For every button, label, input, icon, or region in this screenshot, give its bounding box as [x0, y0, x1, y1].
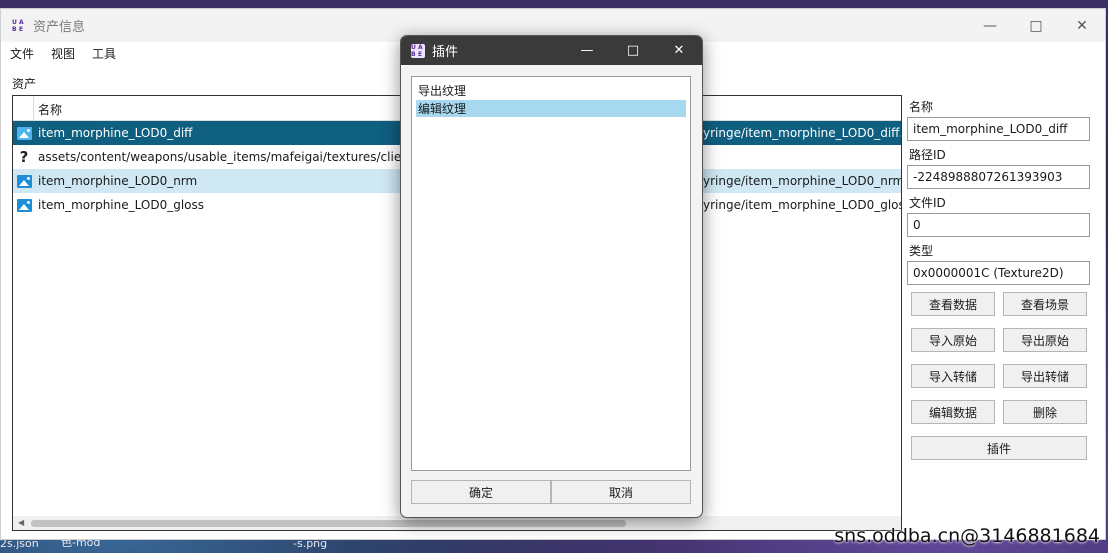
- scrollbar-thumb[interactable]: [31, 520, 626, 527]
- image-icon: [16, 174, 32, 188]
- menu-view[interactable]: 视图: [51, 45, 75, 62]
- view-data-button[interactable]: 查看数据: [911, 292, 995, 316]
- watermark-text: sns.oddba.cn@3146881684: [834, 525, 1100, 547]
- minimize-icon[interactable]: —: [564, 36, 610, 65]
- dialog-title: 插件: [432, 45, 459, 60]
- plugin-item-export-texture[interactable]: 导出纹理: [416, 82, 686, 99]
- plugins-dialog: UA BE 插件 — □ ✕ 导出纹理 编辑纹理 确定 取消: [400, 35, 703, 518]
- file-id-field[interactable]: 0: [907, 213, 1090, 237]
- path-id-field[interactable]: -2248988807261393903: [907, 165, 1090, 189]
- file-id-label: 文件ID: [909, 196, 946, 210]
- export-dump-button[interactable]: 导出转储: [1003, 364, 1087, 388]
- plugin-list[interactable]: 导出纹理 编辑纹理: [411, 76, 691, 471]
- row-name: item_morphine_LOD0_gloss: [38, 198, 204, 212]
- window-title: 资产信息: [33, 20, 86, 35]
- row-name: item_morphine_LOD0_diff: [38, 126, 193, 140]
- question-icon: ?: [19, 148, 29, 166]
- column-divider[interactable]: [33, 96, 34, 120]
- menu-tools[interactable]: 工具: [92, 45, 116, 62]
- plugin-item-edit-texture[interactable]: 编辑纹理: [416, 100, 686, 117]
- dialog-titlebar[interactable]: UA BE 插件 — □ ✕: [401, 36, 702, 65]
- row-name: assets/content/weapons/usable_items/mafe…: [38, 150, 452, 164]
- import-raw-button[interactable]: 导入原始: [911, 328, 995, 352]
- row-path: yringe/item_morphine_LOD0_diff.tga: [703, 126, 902, 140]
- plugins-button[interactable]: 插件: [911, 436, 1087, 460]
- import-dump-button[interactable]: 导入转储: [911, 364, 995, 388]
- name-field[interactable]: item_morphine_LOD0_diff: [907, 117, 1090, 141]
- minimize-icon[interactable]: —: [967, 9, 1013, 42]
- horizontal-scrollbar[interactable]: ◀: [13, 516, 901, 530]
- image-icon: [16, 198, 32, 212]
- app-logo-icon: UA BE: [411, 43, 425, 58]
- image-icon: [16, 126, 32, 140]
- column-header-name[interactable]: 名称: [38, 101, 62, 118]
- delete-button[interactable]: 删除: [1003, 400, 1087, 424]
- edit-data-button[interactable]: 编辑数据: [911, 400, 995, 424]
- export-raw-button[interactable]: 导出原始: [1003, 328, 1087, 352]
- app-logo-icon: UA BE: [12, 18, 24, 33]
- ok-button[interactable]: 确定: [411, 480, 551, 504]
- maximize-icon[interactable]: □: [610, 36, 656, 65]
- row-name: item_morphine_LOD0_nrm: [38, 174, 198, 188]
- type-label: 类型: [909, 244, 934, 258]
- close-icon[interactable]: ✕: [656, 36, 702, 65]
- row-path: yringe/item_morphine_LOD0_nrm.tga: [703, 174, 901, 188]
- menu-file[interactable]: 文件: [10, 45, 34, 62]
- type-field[interactable]: 0x0000001C (Texture2D): [907, 261, 1090, 285]
- close-icon[interactable]: ✕: [1059, 9, 1105, 42]
- view-scene-button[interactable]: 查看场景: [1003, 292, 1087, 316]
- assets-section-label: 资产: [12, 77, 37, 91]
- cancel-button[interactable]: 取消: [551, 480, 691, 504]
- row-path: yringe/item_morphine_LOD0_gloss.tga: [703, 198, 901, 212]
- name-label: 名称: [909, 100, 934, 114]
- path-id-label: 路径ID: [909, 148, 946, 162]
- scroll-left-icon[interactable]: ◀: [18, 518, 24, 527]
- maximize-icon[interactable]: □: [1013, 9, 1059, 42]
